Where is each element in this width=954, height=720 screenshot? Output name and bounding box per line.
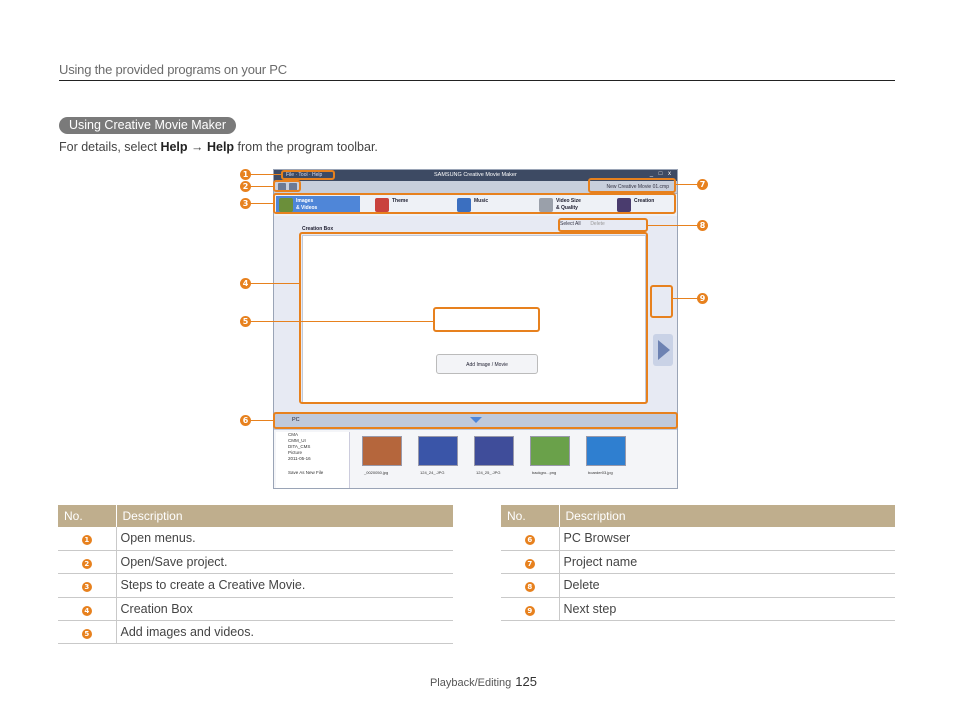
intro-text: For details, select Help → Help from the… [59, 140, 378, 154]
callout-number-4: 4 [240, 278, 251, 289]
thumbnail-name: 124_25_.JPG [476, 470, 501, 475]
leader-5 [251, 321, 433, 322]
number-badge: 6 [524, 535, 535, 546]
number-badge: 4 [81, 605, 92, 616]
thumbnail-image[interactable] [530, 436, 570, 466]
save-new-file-button[interactable]: Save As New File [288, 470, 349, 476]
table-header-no: No. [58, 505, 117, 527]
callout-number-3: 3 [240, 198, 251, 209]
number-badge: 3 [81, 582, 92, 593]
number-badge: 5 [81, 629, 92, 640]
footer-section: Playback/Editing [429, 677, 512, 689]
table-cell-no: 3 [58, 573, 117, 598]
number-badge: 8 [524, 582, 535, 593]
window-buttons[interactable]: _ □ x [650, 171, 673, 177]
callout-box-open-save [273, 180, 301, 192]
callout-box-next [650, 285, 673, 318]
table-header-description: Description [559, 505, 895, 527]
leader-1 [251, 174, 281, 175]
thumbnail-name: boarder03.jpg [588, 470, 613, 475]
number-badge: 7 [524, 559, 535, 570]
thumbnail-image[interactable] [418, 436, 458, 466]
leader-8 [648, 225, 697, 226]
table-cell-description: PC Browser [559, 527, 895, 551]
leader-6 [251, 420, 273, 421]
callout-number-8: 8 [697, 220, 708, 231]
section-badge: Using Creative Movie Maker [59, 117, 236, 134]
table-cell-no: 2 [58, 550, 117, 575]
next-step-arrow-icon[interactable] [653, 334, 673, 366]
number-badge: 2 [81, 559, 92, 570]
thumbnail-image[interactable] [474, 436, 514, 466]
table-cell-no: 1 [58, 527, 117, 551]
number-badge: 9 [524, 605, 535, 616]
table-cell-description: Add images and videos. [116, 620, 453, 645]
callout-box-project-name [588, 178, 676, 193]
table-row: 6 PC Browser [501, 527, 895, 551]
table-cell-description: Steps to create a Creative Movie. [116, 573, 453, 598]
thumbnail-name: 124_24_.JPG [420, 470, 445, 475]
leader-3 [251, 203, 273, 204]
callout-number-7: 7 [697, 179, 708, 190]
table-row: 9 Next step [501, 597, 895, 622]
table-row: 3 Steps to create a Creative Movie. [58, 573, 453, 598]
table-row: 8 Delete [501, 573, 895, 598]
leader-4 [251, 283, 299, 284]
table-row: 2 Open/Save project. [58, 550, 453, 575]
thumbnail-image[interactable] [362, 436, 402, 466]
leader-2 [251, 186, 273, 187]
table-row: 1 Open menus. [58, 527, 453, 551]
table-cell-description: Open/Save project. [116, 550, 453, 575]
callout-box-steps [273, 193, 676, 214]
table-row: 7 Project name [501, 550, 895, 575]
number-badge: 1 [81, 535, 92, 546]
callout-number-2: 2 [240, 181, 251, 192]
callout-box-pc-browser [273, 412, 678, 429]
callout-number-5: 5 [240, 316, 251, 327]
app-title: SAMSUNG Creative Movie Maker [434, 172, 517, 178]
table-row: 4 Creation Box [58, 597, 453, 622]
table-row: 5 Add images and videos. [58, 620, 453, 645]
page-footer: Playback/Editing 125 [430, 674, 537, 689]
thumbnail-name: _0020050.jpg [364, 470, 389, 475]
thumbnail-name: backgro...png [532, 470, 557, 475]
pc-browser: CMA CMM_UI DITA_CMS Picture 2011-05-16 Save A… [274, 430, 677, 488]
table-cell-no: 6 [501, 527, 560, 551]
callout-box-menus [281, 170, 335, 180]
table-cell-description: Project name [559, 550, 895, 575]
table-cell-no: 8 [501, 573, 560, 598]
description-table-right: No. Description 6 PC Browser 7 Project name… [501, 505, 895, 622]
thumbnail-image[interactable] [586, 436, 626, 466]
folder-tree[interactable]: CMA CMM_UI DITA_CMS Picture 2011-05-16 Save A… [276, 432, 350, 488]
table-header-no: No. [501, 505, 560, 527]
table-cell-description: Open menus. [116, 527, 453, 551]
table-cell-no: 5 [58, 620, 117, 645]
table-cell-no: 4 [58, 597, 117, 622]
header-divider [59, 80, 895, 81]
table-header-description: Description [116, 505, 453, 527]
table-cell-description: Next step [559, 597, 895, 622]
callout-box-add [433, 307, 540, 332]
page-number: 125 [515, 674, 537, 689]
callout-number-6: 6 [240, 415, 251, 426]
table-cell-no: 7 [501, 550, 560, 575]
table-cell-description: Creation Box [116, 597, 453, 622]
leader-7 [676, 184, 697, 185]
callout-number-1: 1 [240, 169, 251, 180]
table-cell-no: 9 [501, 597, 560, 622]
callout-box-delete [558, 218, 648, 232]
page-header-title: Using the provided programs on your PC [59, 62, 287, 77]
table-cell-description: Delete [559, 573, 895, 598]
tree-item[interactable]: 2011-05-16 [288, 456, 349, 462]
callout-number-9: 9 [697, 293, 708, 304]
leader-9 [673, 298, 697, 299]
description-table-left: No. Description 1 Open menus. 2 Open/Save p… [58, 505, 453, 645]
